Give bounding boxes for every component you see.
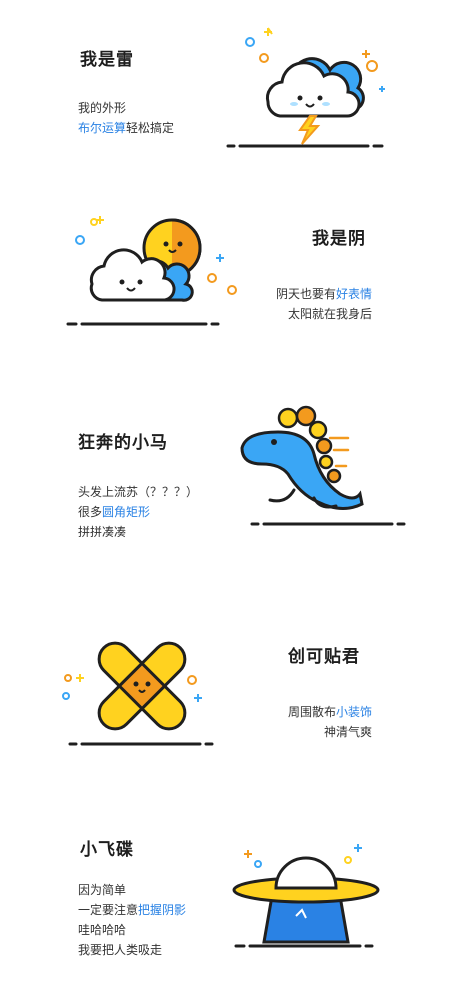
- section-2-title: 我是阴: [312, 229, 366, 249]
- desc-line: 拼拼凑凑: [78, 522, 198, 542]
- highlight-text: 小装饰: [335, 705, 372, 719]
- cloud-sun-icon: [64, 210, 244, 330]
- desc-line: 很多圆角矩形: [78, 502, 198, 522]
- section-1-desc: 我的外形布尔运算轻松搞定: [78, 98, 174, 138]
- desc-text: 一定要注意: [78, 903, 139, 917]
- desc-line: 布尔运算轻松搞定: [78, 118, 174, 138]
- section-2-desc: 阴天也要有好表情太阳就在我身后: [276, 284, 372, 324]
- desc-text: 拼拼凑凑: [78, 525, 127, 539]
- desc-text: 头发上流苏（？？？）: [78, 485, 199, 499]
- desc-text: 轻松搞定: [126, 121, 175, 135]
- desc-text: 很多: [78, 505, 103, 519]
- desc-text: 太阳就在我身后: [287, 307, 372, 321]
- bandage-icon: [58, 630, 228, 750]
- desc-line: 神清气爽: [288, 722, 372, 742]
- thunder-cloud-icon: [226, 20, 408, 150]
- desc-text: 神清气爽: [323, 725, 372, 739]
- section-3-desc: 头发上流苏（？？？） 很多圆角矩形拼拼凑凑: [78, 482, 198, 542]
- desc-line: 我的外形: [78, 98, 174, 118]
- desc-text: 因为简单: [78, 883, 127, 897]
- desc-text: 阴天也要有: [275, 287, 336, 301]
- desc-line: 周围散布小装饰: [288, 702, 372, 722]
- highlight-text: 圆角矩形: [102, 505, 151, 519]
- section-3-title: 狂奔的小马: [78, 433, 168, 453]
- desc-text: 周围散布: [287, 705, 336, 719]
- section-1-title: 我是雷: [80, 50, 134, 70]
- highlight-text: 把握阴影: [138, 903, 187, 917]
- desc-line: 哇哈哈哈: [78, 920, 186, 940]
- desc-line: 一定要注意把握阴影: [78, 900, 186, 920]
- desc-text: 哇哈哈哈: [78, 923, 127, 937]
- dinosaur-horse-icon: [238, 404, 418, 534]
- section-5-desc: 因为简单 一定要注意把握阴影 哇哈哈哈 我要把人类吸走: [78, 880, 186, 960]
- desc-line: 我要把人类吸走: [78, 940, 186, 960]
- desc-text: 我的外形: [78, 101, 127, 115]
- desc-text: 我要把人类吸走: [78, 943, 163, 957]
- section-4-title: 创可贴君: [288, 647, 360, 667]
- highlight-text: 好表情: [335, 287, 372, 301]
- desc-line: 因为简单: [78, 880, 186, 900]
- desc-line: 阴天也要有好表情: [276, 284, 372, 304]
- ufo-icon: [228, 836, 380, 956]
- desc-line: 太阳就在我身后: [276, 304, 372, 324]
- highlight-text: 布尔运算: [78, 121, 127, 135]
- section-5-title: 小飞碟: [80, 840, 134, 860]
- section-4-desc: 周围散布小装饰神清气爽: [288, 702, 372, 742]
- desc-line: 头发上流苏（？？？）: [78, 482, 198, 502]
